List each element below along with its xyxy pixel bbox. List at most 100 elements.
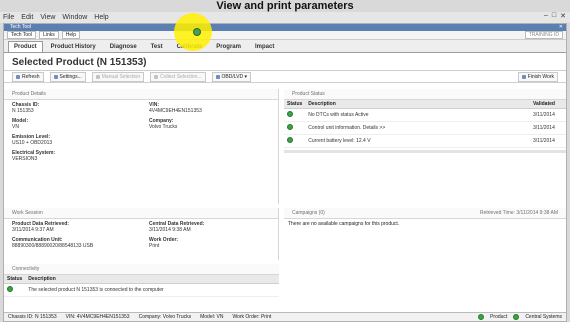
collect-selection-icon (154, 74, 159, 79)
status-validated: 3/11/2014 (530, 134, 566, 148)
os-menubar: File Edit View Window Help – □ ✕ (0, 12, 570, 23)
conn-status-col-header: Status (4, 275, 26, 284)
status-validated: 3/11/2014 (530, 108, 566, 122)
tab-product[interactable]: Product (8, 41, 43, 52)
selected-product-title: Selected Product (N 151353) (4, 53, 566, 71)
connectivity-row[interactable]: The selected product N 151353 is connect… (4, 283, 279, 297)
tab-impact[interactable]: Impact (249, 41, 280, 52)
validated-col-header: Validated (530, 100, 566, 109)
manual-selection-button[interactable]: Manual Selection (91, 71, 145, 82)
window-controls: – □ ✕ (544, 12, 566, 20)
refresh-label: Refresh (22, 73, 40, 80)
connectivity-panel: Connectivity Status Description The sele… (4, 264, 279, 304)
campaigns-title: Campaigns (0) (292, 210, 325, 216)
collect-selection-button[interactable]: Collect Selection... (150, 71, 206, 82)
chassis-value: N 151353 (12, 108, 34, 114)
statusbar-model: Model: VN (200, 314, 224, 320)
connectivity-description: The selected product N 151353 is connect… (25, 283, 279, 297)
work-session-title: Work Session (4, 208, 278, 219)
status-description: Control unit information. Details >> (305, 121, 530, 135)
campaigns-header: Campaigns (0) Retrieved Time: 3/11/2014 … (284, 208, 566, 219)
status-row[interactable]: Current battery level: 12.4 V 3/11/2014 (284, 134, 566, 148)
finish-work-label: Finish Work (527, 73, 554, 80)
statusbar-work-order: Work Order: Print (232, 314, 272, 320)
maximize-icon[interactable]: □ (552, 12, 556, 20)
ok-status-icon (287, 124, 293, 130)
horizontal-scrollbar[interactable] (284, 150, 566, 153)
connectivity-table: Status Description The selected product … (4, 275, 279, 297)
tab-program[interactable]: Program (210, 41, 247, 52)
tech-tool-window: Tech Tool ✕ Tech Tool Links Help TRAININ… (3, 23, 567, 322)
work-order-value: Print (149, 243, 160, 249)
campaigns-retrieved-time: Retrieved Time: 3/11/2014 9:38 AM (479, 210, 558, 216)
menu-file[interactable]: File (3, 14, 14, 21)
app-titlebar: Tech Tool ✕ (4, 24, 566, 31)
collect-selection-label: Collect Selection... (160, 73, 202, 80)
cdr-value: 3/11/2014 9:38 AM (149, 227, 191, 233)
menu-window[interactable]: Window (62, 14, 87, 21)
app-menu-techtool[interactable]: Tech Tool (7, 31, 37, 39)
campaigns-message: There are no available campaigns for thi… (288, 221, 400, 227)
campaigns-panel: Campaigns (0) Retrieved Time: 3/11/2014 … (284, 208, 566, 260)
statusbar-product: Product (490, 314, 508, 320)
statusbar-company: Company: Volvo Trucks (138, 314, 192, 320)
product-status-icon (478, 314, 485, 320)
product-status-panel: Product Status Status Description Valida… (284, 89, 566, 204)
comm-unit-value: 88890300/88890020/88548133 USB (12, 243, 94, 249)
statusbar-vin: VIN: 4V4MC9EH4EN151353 (65, 314, 130, 320)
description-col-header: Description (305, 100, 530, 109)
close-icon[interactable]: ✕ (560, 12, 566, 20)
tab-product-history[interactable]: Product History (45, 41, 102, 52)
vin-value: 4V4MC9EH4EN151353 (149, 108, 202, 114)
product-details-title: Product Details (4, 89, 278, 100)
statusbar-central: Central Systems (525, 314, 562, 320)
manual-selection-icon (95, 74, 100, 79)
settings-button[interactable]: Settings... (49, 71, 86, 82)
status-validated: 3/11/2014 (530, 121, 566, 135)
video-overlay-title: View and print parameters (216, 0, 354, 12)
finish-work-icon (521, 74, 526, 79)
finish-work-button[interactable]: Finish Work (517, 71, 558, 82)
ok-status-icon (287, 137, 293, 143)
status-row[interactable]: No DTCs with status Active 3/11/2014 (284, 108, 566, 122)
obd-dropdown[interactable]: OBD/LVD ▾ (211, 71, 252, 82)
ok-status-icon (287, 111, 293, 117)
status-row[interactable]: Control unit information. Details >> 3/1… (284, 121, 566, 135)
app-menubar: Tech Tool Links Help TRAINING ID (4, 31, 566, 40)
app-menu-links[interactable]: Links (39, 31, 59, 39)
pdr-value: 3/11/2014 9:37 AM (12, 227, 54, 233)
menu-help[interactable]: Help (94, 14, 108, 21)
tab-diagnose[interactable]: Diagnose (104, 41, 143, 52)
connectivity-title: Connectivity (4, 264, 279, 275)
minimize-icon[interactable]: – (544, 12, 548, 20)
obd-icon (215, 74, 220, 79)
tab-test[interactable]: Test (145, 41, 169, 52)
status-bar: Chassis ID: N 151353 VIN: 4V4MC9EH4EN151… (4, 312, 566, 321)
menu-view[interactable]: View (40, 14, 55, 21)
app-menu-help[interactable]: Help (61, 31, 81, 39)
refresh-button[interactable]: Refresh (12, 71, 44, 82)
mouse-cursor-icon (193, 28, 201, 36)
manual-selection-label: Manual Selection (101, 73, 141, 80)
connected-status-icon (7, 286, 13, 292)
training-id-label: TRAINING ID (524, 31, 563, 39)
product-status-title: Product Status (284, 89, 566, 100)
status-description: Current battery level: 12.4 V (305, 134, 530, 148)
status-description: No DTCs with status Active (305, 108, 530, 122)
menu-edit[interactable]: Edit (21, 14, 33, 21)
app-close-icon[interactable]: ✕ (559, 24, 563, 31)
settings-label: Settings... (59, 73, 82, 80)
obd-label: OBD/LVD ▾ (221, 73, 248, 80)
central-systems-status-icon (513, 314, 520, 320)
app-title: Tech Tool (10, 24, 32, 30)
emission-value: US10 + OBD2013 (12, 140, 53, 146)
statusbar-indicators: Product Central Systems (478, 314, 562, 320)
work-session-panel: Work Session Product Data Retrieved: 3/11… (4, 208, 279, 260)
refresh-icon (16, 74, 20, 79)
status-col-header: Status (284, 100, 306, 109)
company-value: Volvo Trucks (149, 124, 178, 130)
statusbar-chassis: Chassis ID: N 151353 (8, 314, 57, 320)
product-status-table: Status Description Validated No DTCs wit… (284, 100, 566, 148)
electrical-value: VERSION3 (12, 156, 38, 162)
conn-description-col-header: Description (25, 275, 279, 284)
